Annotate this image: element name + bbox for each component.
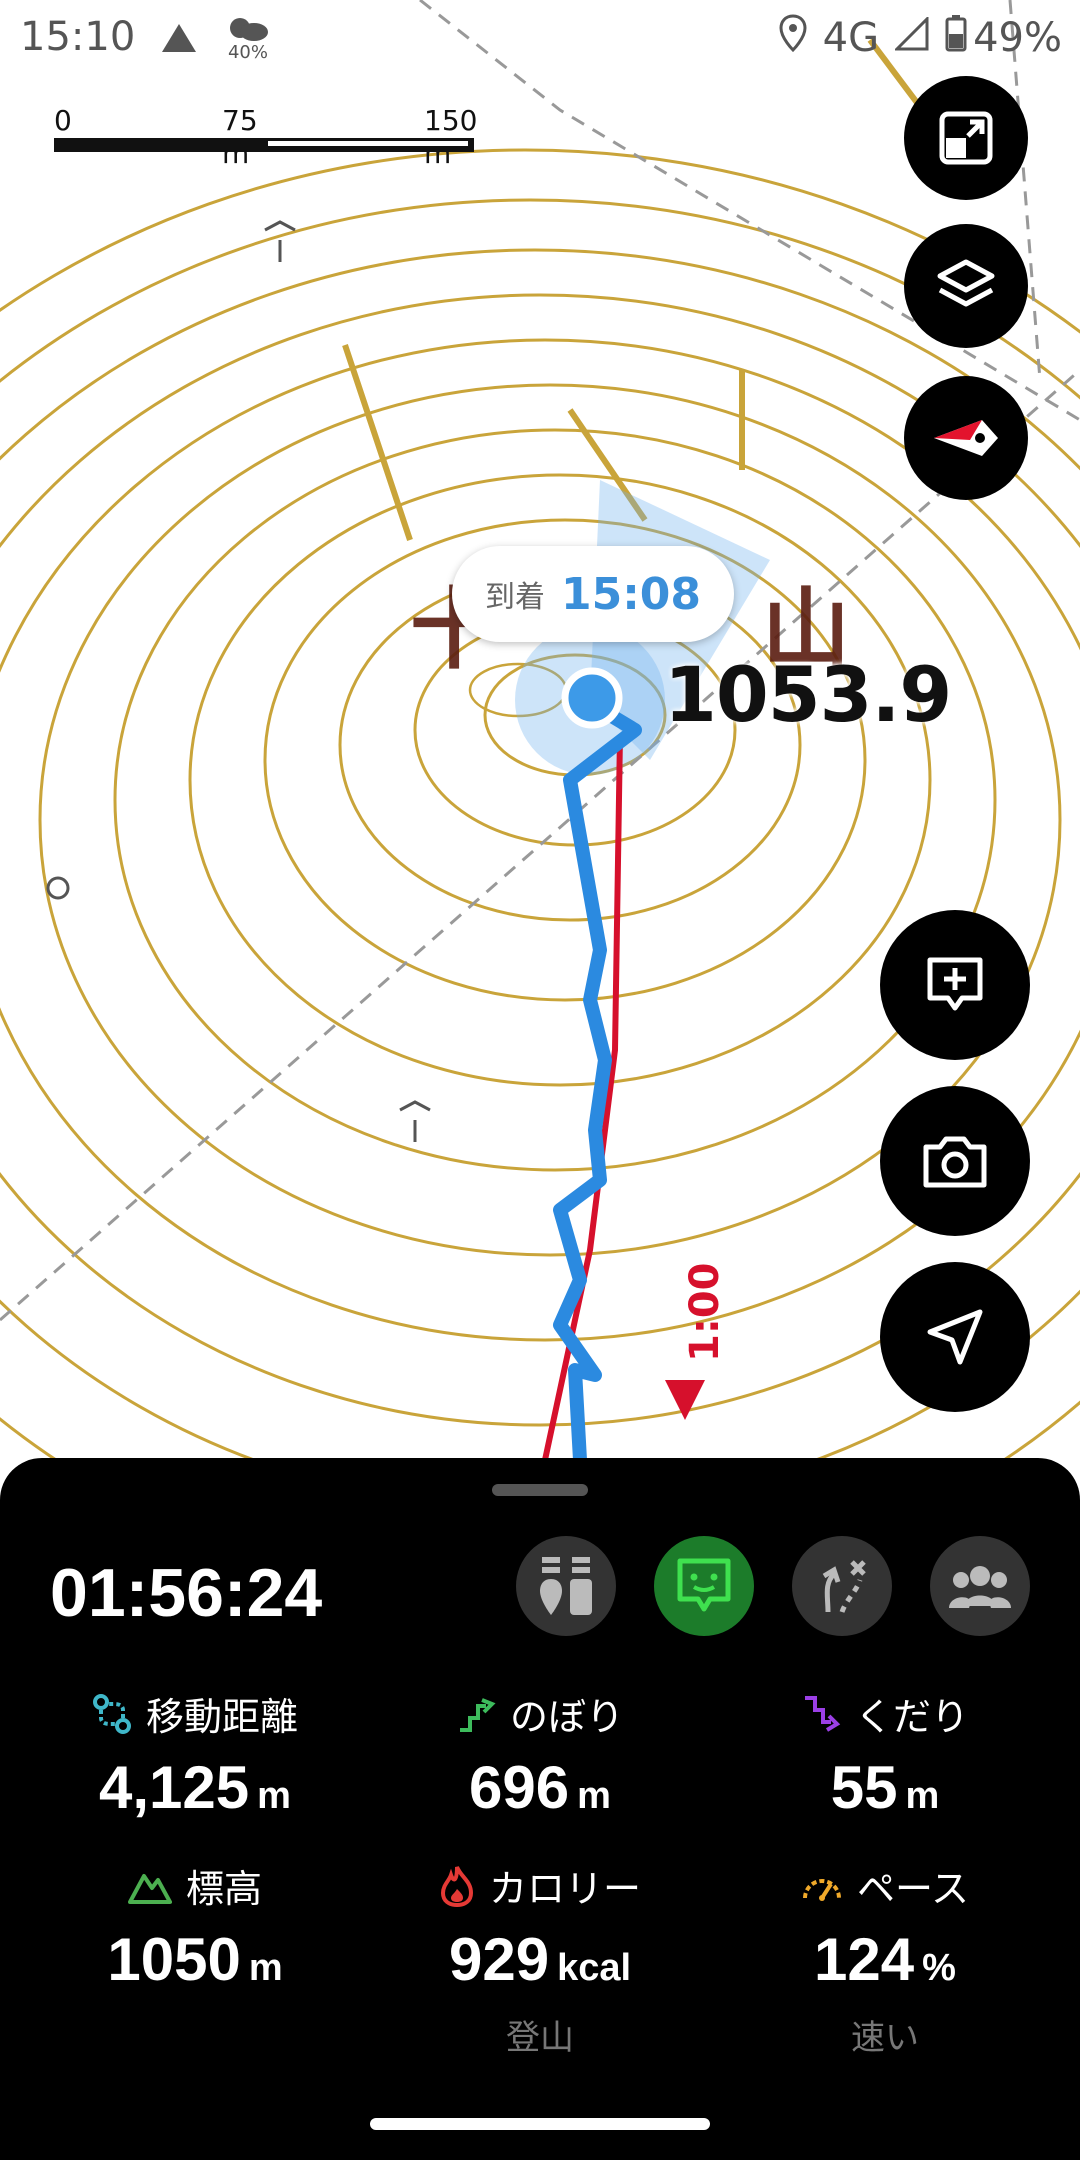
stat-ascent: のぼり 696 m bbox=[360, 1686, 720, 1822]
stat-unit: kcal bbox=[557, 1947, 632, 1989]
route-time-marker: 1:00 bbox=[682, 1263, 728, 1363]
stat-value: 929 bbox=[448, 1926, 550, 1993]
stat-value: 1050 bbox=[107, 1926, 241, 1993]
stat-unit: m bbox=[257, 1775, 291, 1817]
stat-value: 696 bbox=[469, 1754, 570, 1821]
ascent-icon bbox=[459, 1697, 496, 1732]
camera-icon bbox=[923, 1136, 987, 1188]
stat-label: 移動距離 bbox=[145, 1695, 298, 1739]
stat-pace: ペース 124% 速い bbox=[705, 1858, 1065, 2059]
stat-label: 標高 bbox=[185, 1867, 262, 1911]
signal-icon bbox=[893, 15, 929, 61]
current-location bbox=[561, 667, 623, 729]
peak-elevation: 1053.9 bbox=[664, 650, 952, 739]
arrival-time: 15:08 bbox=[560, 568, 702, 620]
stat-descent: くだり 55 m bbox=[705, 1686, 1065, 1822]
stat-label: くだり bbox=[854, 1695, 969, 1739]
stat-value: 55 bbox=[830, 1754, 898, 1821]
stat-value: 124 bbox=[814, 1926, 915, 1993]
arrival-label: 到着 bbox=[484, 580, 545, 615]
stat-sub: 登山 bbox=[506, 2018, 574, 2058]
camera-button[interactable] bbox=[880, 1086, 1030, 1236]
stat-unit: m bbox=[905, 1775, 940, 1817]
stat-distance: 移動距離 4,125 m bbox=[15, 1686, 375, 1822]
scale-label-0: 0 bbox=[54, 104, 72, 137]
stat-label: のぼり bbox=[509, 1695, 624, 1739]
stat-value: 4,125 bbox=[99, 1754, 250, 1821]
status-time: 15:10 bbox=[20, 14, 136, 60]
compass-button[interactable] bbox=[904, 376, 1028, 500]
map-face-icon bbox=[677, 1558, 731, 1612]
route-icon bbox=[822, 1560, 866, 1613]
speedometer-icon bbox=[802, 1878, 841, 1901]
mountain-notification-icon bbox=[160, 22, 198, 58]
map-face-button[interactable] bbox=[654, 1536, 754, 1636]
distance-icon bbox=[92, 1693, 131, 1734]
stat-unit: m bbox=[248, 1947, 283, 1989]
mountain-icon bbox=[127, 1873, 172, 1904]
navigate-button[interactable] bbox=[880, 1262, 1030, 1412]
group-icon bbox=[949, 1566, 1011, 1608]
weather-percent: 40% bbox=[227, 42, 268, 63]
layers-button[interactable] bbox=[904, 224, 1028, 348]
navigate-icon bbox=[927, 1309, 983, 1365]
stat-label: ペース bbox=[856, 1867, 970, 1911]
activity-panel: 01:56:24 移動距離 4,125m のぼり 696m くだり 55m bbox=[0, 1458, 1080, 2160]
stat-elevation: 標高 1050 m bbox=[15, 1858, 375, 1994]
descent-icon bbox=[804, 1695, 841, 1732]
route-button[interactable] bbox=[792, 1536, 892, 1636]
battery-icon bbox=[945, 14, 967, 62]
expand-button[interactable] bbox=[904, 76, 1028, 200]
layers-icon bbox=[937, 259, 995, 307]
location-icon bbox=[779, 14, 807, 62]
sheet-handle[interactable] bbox=[492, 1484, 588, 1496]
elapsed-time: 01:56:24 bbox=[50, 1555, 323, 1631]
arrival-bubble[interactable]: 到着 15:08 bbox=[452, 546, 734, 642]
home-indicator[interactable] bbox=[370, 2118, 710, 2130]
stat-sub: 速い bbox=[851, 2018, 919, 2058]
battery-level: 49% bbox=[973, 15, 1062, 61]
stat-calories: カロリー 929 kcal 登山 bbox=[360, 1858, 720, 2059]
stat-label: カロリー bbox=[488, 1867, 641, 1911]
equipment-button[interactable] bbox=[516, 1536, 616, 1636]
add-memo-icon bbox=[927, 957, 983, 1011]
equipment-icon bbox=[540, 1557, 592, 1615]
stat-unit: m bbox=[577, 1775, 611, 1817]
status-bar: 15:10 40% 4G 49% bbox=[0, 0, 1080, 80]
weather-icon: 40% bbox=[226, 14, 270, 63]
compass-icon bbox=[934, 420, 998, 456]
flame-icon bbox=[440, 1865, 473, 1907]
network-type: 4G bbox=[822, 15, 880, 61]
group-button[interactable] bbox=[930, 1536, 1030, 1636]
stat-unit: % bbox=[922, 1947, 956, 1989]
expand-icon bbox=[939, 111, 993, 165]
add-memo-button[interactable] bbox=[880, 910, 1030, 1060]
